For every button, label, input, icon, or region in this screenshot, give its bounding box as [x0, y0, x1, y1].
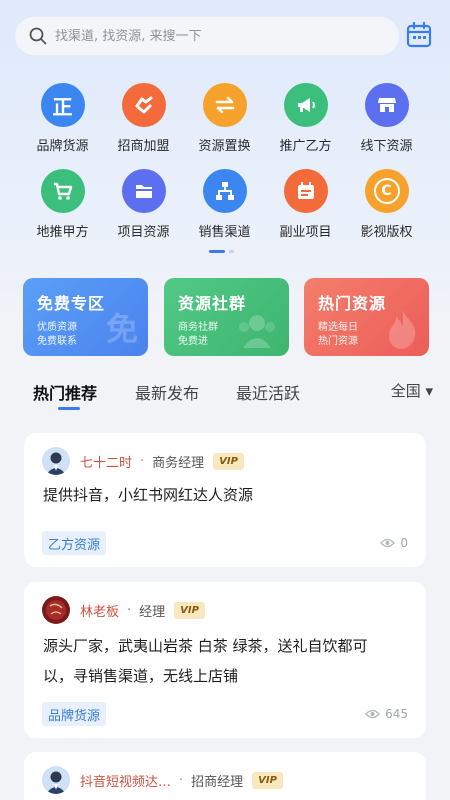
category-label: 项目资源 — [117, 225, 170, 240]
tab-active-indicator — [58, 407, 80, 410]
tab-recently-active[interactable]: 最近活跃 — [236, 380, 300, 404]
group-watermark-icon — [239, 315, 275, 348]
category-offline[interactable]: 线下资源 — [346, 83, 427, 169]
post-text: 源头厂家，武夷山岩茶 白茶 绿茶，送礼自饮都可 以，寻销售渠道，无线上店铺 — [43, 637, 368, 685]
brand-icon: 正 — [40, 83, 85, 127]
author-role: 商务经理 — [152, 455, 205, 471]
author-role: 招商经理 — [191, 774, 244, 790]
search-input[interactable] — [55, 28, 375, 44]
category-label: 推广乙方 — [279, 139, 332, 154]
avatar[interactable] — [42, 447, 70, 475]
category-label: 副业项目 — [279, 225, 332, 240]
category-label: 线下资源 — [360, 139, 413, 154]
pager-dot-active — [209, 250, 225, 253]
category-project[interactable]: 项目资源 — [103, 169, 184, 255]
eye-icon — [365, 709, 380, 719]
promo-hot-resources[interactable]: 热门资源 精选每日 热门资源 — [304, 278, 429, 356]
category-grid: 正 品牌货源 招商加盟 资源置换 推广乙方 线下资源 地推甲方 项目资源 销售渠… — [0, 83, 450, 255]
copyright-icon: C — [364, 169, 409, 213]
category-promote[interactable]: 推广乙方 — [265, 83, 346, 169]
cart-icon — [40, 169, 85, 213]
author-name[interactable]: 林老板 — [80, 601, 119, 620]
category-label: 地推甲方 — [36, 225, 89, 240]
category-swap[interactable]: 资源置换 — [184, 83, 265, 169]
category-franchise[interactable]: 招商加盟 — [103, 83, 184, 169]
avatar[interactable] — [42, 766, 70, 794]
category-label: 影视版权 — [360, 225, 413, 240]
post-card[interactable]: 林老板 · 经理 VIP 源头厂家，武夷山岩茶 白茶 绿茶，送礼自饮都可 以，寻… — [24, 582, 426, 738]
vip-badge: VIP — [252, 771, 283, 789]
grid-pager — [209, 250, 234, 253]
category-sales-channel[interactable]: 销售渠道 — [184, 169, 265, 255]
calendar-icon[interactable] — [405, 20, 433, 50]
category-ground-promo[interactable]: 地推甲方 — [22, 169, 103, 255]
category-label: 资源置换 — [198, 139, 251, 154]
category-side-project[interactable]: 副业项目 — [265, 169, 346, 255]
post-card[interactable]: 抖音短视频达… · 招商经理 VIP — [24, 752, 426, 800]
tab-latest[interactable]: 最新发布 — [135, 380, 199, 404]
post-text: 提供抖音，小红书网红达人资源 — [43, 486, 254, 504]
tab-hot-recommend[interactable]: 热门推荐 — [33, 380, 97, 404]
category-label: 品牌货源 — [36, 139, 89, 154]
post-tag[interactable]: 乙方资源 — [42, 531, 107, 555]
post-header: 抖音短视频达… · 招商经理 VIP — [42, 766, 283, 794]
folder-icon — [121, 169, 166, 213]
promo-free-zone[interactable]: 免费专区 优质资源 免费联系 免 — [23, 278, 148, 356]
author-name[interactable]: 七十二时 — [80, 452, 132, 471]
post-tag[interactable]: 品牌货源 — [42, 702, 107, 726]
feed-tabs: 热门推荐 最新发布 最近活跃 全国 ▾ — [33, 380, 433, 410]
separator: · — [140, 453, 145, 469]
separator: · — [179, 772, 184, 788]
megaphone-icon — [283, 83, 328, 127]
pager-dot — [229, 250, 234, 253]
search-bar[interactable] — [15, 17, 399, 55]
vip-badge: VIP — [213, 452, 244, 470]
vip-badge: VIP — [174, 601, 205, 619]
store-icon — [364, 83, 409, 127]
eye-icon — [380, 538, 396, 548]
handshake-icon — [121, 83, 166, 127]
category-brand-supply[interactable]: 正 品牌货源 — [22, 83, 103, 169]
author-role: 经理 — [139, 604, 166, 620]
view-count: 0 — [380, 536, 408, 550]
calendar-board-icon — [283, 169, 328, 213]
hierarchy-icon — [202, 169, 247, 213]
flame-watermark-icon — [388, 310, 416, 349]
category-copyright[interactable]: C 影视版权 — [346, 169, 427, 255]
search-icon — [29, 27, 47, 45]
author-name[interactable]: 抖音短视频达… — [80, 771, 171, 790]
post-header: 七十二时 · 商务经理 VIP — [42, 447, 244, 475]
separator: · — [127, 602, 132, 618]
category-label: 招商加盟 — [117, 139, 170, 154]
post-card[interactable]: 七十二时 · 商务经理 VIP 提供抖音，小红书网红达人资源 乙方资源 0 — [24, 433, 426, 567]
post-header: 林老板 · 经理 VIP — [42, 596, 205, 624]
promo-resource-community[interactable]: 资源社群 商务社群 免费进 — [164, 278, 289, 356]
free-watermark-icon: 免 — [105, 310, 138, 348]
region-dropdown[interactable]: 全国 ▾ — [391, 380, 433, 401]
category-label: 销售渠道 — [198, 225, 251, 240]
view-count: 645 — [365, 707, 408, 721]
avatar[interactable] — [42, 596, 70, 624]
swap-icon — [202, 83, 247, 127]
